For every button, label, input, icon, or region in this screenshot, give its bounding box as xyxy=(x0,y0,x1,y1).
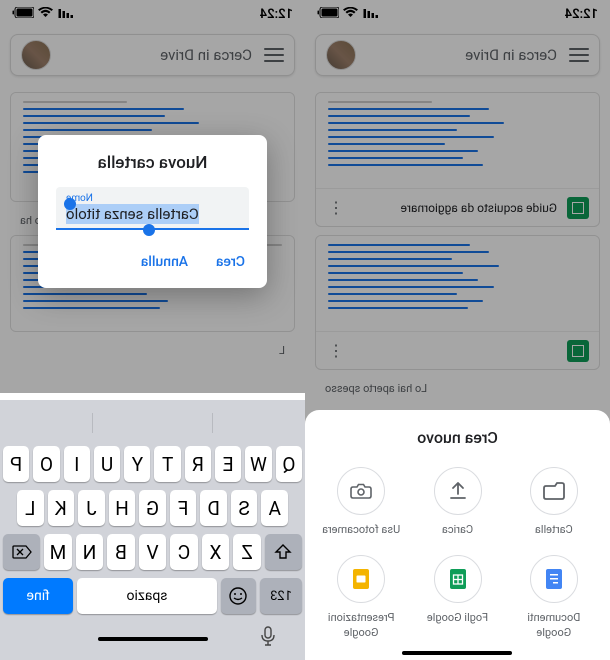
google-sheets-icon xyxy=(448,567,468,591)
key-y[interactable]: Y xyxy=(124,446,150,482)
emoji-icon xyxy=(229,586,249,606)
key-f[interactable]: F xyxy=(170,490,197,526)
shift-key[interactable] xyxy=(265,534,302,570)
key-q[interactable]: Q xyxy=(276,446,302,482)
folder-action[interactable]: Cartella xyxy=(510,467,598,537)
upload-action[interactable]: Carica xyxy=(413,467,501,537)
key-g[interactable]: G xyxy=(139,490,166,526)
selection-handle[interactable] xyxy=(64,198,76,210)
create-bottom-sheet: Crea nuovo Cartella Carica U xyxy=(305,410,610,660)
cancel-button[interactable]: Annulla xyxy=(137,248,192,276)
key-c[interactable]: C xyxy=(170,534,198,570)
create-new-screen: 12:24 Cerca in Drive xyxy=(305,0,610,660)
action-label: Documenti Google xyxy=(510,611,598,640)
key-row-4: 123 spazio fine xyxy=(3,578,302,614)
numbers-key[interactable]: 123 xyxy=(260,578,302,614)
key-z[interactable]: Z xyxy=(233,534,261,570)
key-t[interactable]: T xyxy=(155,446,181,482)
camera-action[interactable]: Usa fotocamera xyxy=(317,467,405,537)
folder-icon xyxy=(543,482,565,500)
slides-icon xyxy=(351,567,371,591)
slides-action[interactable]: Presentazioni Google xyxy=(317,555,405,640)
camera-icon xyxy=(350,482,372,500)
suggestion-bar xyxy=(3,406,302,440)
key-o[interactable]: O xyxy=(33,446,59,482)
key-s[interactable]: S xyxy=(231,490,258,526)
home-indicator[interactable] xyxy=(403,651,513,655)
folder-name-input[interactable]: Nome Cartella senza titolo xyxy=(56,187,249,230)
keyboard: Q W E R T Y U I O P A S D F G H J K L xyxy=(0,400,305,660)
space-key[interactable]: spazio xyxy=(77,578,217,614)
key-h[interactable]: H xyxy=(109,490,136,526)
input-label: Nome xyxy=(66,193,239,204)
action-label: Carica xyxy=(442,523,473,537)
home-indicator[interactable] xyxy=(98,637,208,641)
key-j[interactable]: J xyxy=(78,490,105,526)
docs-icon xyxy=(544,567,564,591)
key-k[interactable]: K xyxy=(48,490,75,526)
new-folder-dialog: Nuova cartella Nome Cartella senza titol… xyxy=(38,135,267,288)
key-i[interactable]: I xyxy=(64,446,90,482)
key-p[interactable]: P xyxy=(3,446,29,482)
key-n[interactable]: N xyxy=(76,534,104,570)
done-key[interactable]: fine xyxy=(3,578,73,614)
new-folder-screen: 12:24 Cerca in Drive xyxy=(0,0,305,660)
key-w[interactable]: W xyxy=(245,446,271,482)
dialog-title: Nuova cartella xyxy=(56,153,249,173)
sheet-title: Crea nuovo xyxy=(317,428,598,447)
key-v[interactable]: V xyxy=(139,534,167,570)
key-row-3: Z X C V B N M xyxy=(3,534,302,570)
keyboard-bottom xyxy=(3,622,302,656)
emoji-key[interactable] xyxy=(221,578,256,614)
key-a[interactable]: A xyxy=(261,490,288,526)
action-label: Fogli Google xyxy=(427,611,488,625)
key-row-1: Q W E R T Y U I O P xyxy=(3,446,302,482)
sheets-action[interactable]: Fogli Google xyxy=(413,555,501,640)
upload-icon xyxy=(449,481,467,501)
key-l[interactable]: L xyxy=(17,490,44,526)
mic-key[interactable] xyxy=(260,626,276,652)
key-d[interactable]: D xyxy=(200,490,227,526)
key-r[interactable]: R xyxy=(185,446,211,482)
backspace-key[interactable] xyxy=(3,534,40,570)
docs-action[interactable]: Documenti Google xyxy=(510,555,598,640)
key-b[interactable]: B xyxy=(107,534,135,570)
key-x[interactable]: X xyxy=(202,534,230,570)
key-m[interactable]: M xyxy=(44,534,72,570)
action-label: Presentazioni Google xyxy=(317,611,405,640)
shift-icon xyxy=(274,544,292,560)
action-label: Usa fotocamera xyxy=(322,523,400,537)
selection-handle[interactable] xyxy=(143,224,155,236)
mic-icon xyxy=(260,626,276,648)
key-row-2: A S D F G H J K L xyxy=(3,490,302,526)
create-button[interactable]: Crea xyxy=(212,248,249,276)
key-e[interactable]: E xyxy=(215,446,241,482)
action-label: Cartella xyxy=(535,523,573,537)
input-value: Cartella senza titolo xyxy=(66,204,199,224)
backspace-icon xyxy=(12,545,32,559)
key-u[interactable]: U xyxy=(94,446,120,482)
